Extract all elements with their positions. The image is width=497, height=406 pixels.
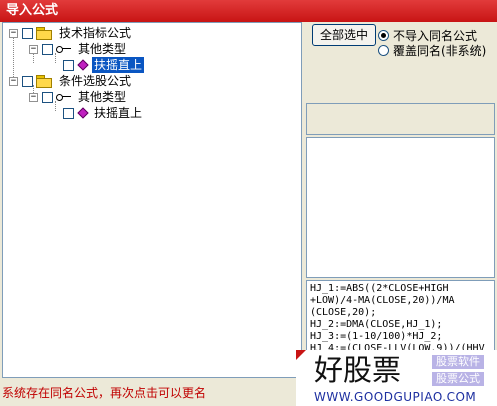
watermark-url: WWW.GOODGUPIAO.COM: [314, 390, 477, 404]
info-box: [306, 103, 495, 135]
subgroup-checkbox[interactable]: [42, 91, 53, 103]
code-line: HJ_1:=ABS((2*CLOSE+HIGH: [310, 283, 449, 294]
code-line: HJ_3:=(1-10/100)*HJ_2;: [310, 331, 443, 342]
formula-gem-icon: [77, 59, 89, 71]
group-checkbox[interactable]: [22, 75, 33, 87]
select-all-button[interactable]: 全部选中: [312, 24, 376, 46]
watermark-tag: 股票软件: [432, 355, 484, 369]
tree-subgroup-label: 其他类型: [78, 90, 127, 104]
code-line: HJ_2:=DMA(CLOSE,HJ_1);: [310, 319, 443, 330]
group-checkbox[interactable]: [22, 27, 33, 39]
radio-button[interactable]: [378, 29, 389, 41]
key-icon: [56, 44, 72, 54]
watermark-logo: 好股票 股票软件 股票公式 WWW.GOODGUPIAO.COM: [296, 350, 497, 406]
tree-subgroup-other[interactable]: − 其他类型: [29, 89, 128, 105]
watermark-corner: [296, 350, 306, 360]
radio-overwrite-duplicates[interactable]: 覆盖同名(非系统): [378, 42, 486, 58]
tree-group-screening[interactable]: − 条件选股公式: [9, 73, 133, 89]
radio-button[interactable]: [378, 44, 389, 56]
formula-gem-icon: [77, 107, 89, 119]
tree-formula-label[interactable]: 扶摇直上: [92, 57, 145, 73]
collapse-icon[interactable]: −: [29, 44, 38, 54]
folder-icon: [36, 75, 52, 88]
tree-formula-item[interactable]: 扶摇直上: [63, 105, 144, 121]
subgroup-checkbox[interactable]: [42, 43, 53, 55]
watermark-title: 好股票: [314, 353, 402, 387]
formula-checkbox[interactable]: [63, 59, 74, 71]
description-box[interactable]: [306, 137, 495, 278]
folder-icon: [36, 27, 52, 40]
tree-subgroup-other[interactable]: − 其他类型: [29, 41, 128, 57]
code-line: (CLOSE,20);: [310, 307, 377, 318]
formula-checkbox[interactable]: [63, 107, 74, 119]
tree-subgroup-label: 其他类型: [78, 42, 127, 56]
code-line: +LOW)/4-MA(CLOSE,20))/MA: [310, 295, 455, 306]
radio-overwrite-label: 覆盖同名(非系统): [393, 43, 487, 58]
tree-group-technical[interactable]: − 技术指标公式: [9, 25, 133, 41]
collapse-icon[interactable]: −: [9, 76, 18, 86]
tree-formula-label[interactable]: 扶摇直上: [92, 105, 144, 121]
formula-tree[interactable]: − 技术指标公式 − 其他类型 扶摇直上 − 条件选股公式 − 其他类型 扶摇直…: [2, 22, 302, 378]
key-icon: [56, 92, 72, 102]
watermark-tag: 股票公式: [432, 372, 484, 386]
tree-group-label: 条件选股公式: [59, 74, 132, 88]
window-title: 导入公式: [0, 0, 497, 22]
collapse-icon[interactable]: −: [9, 28, 18, 38]
status-message: 系统存在同名公式，再次点击可以更名: [2, 386, 207, 400]
collapse-icon[interactable]: −: [29, 92, 38, 102]
tree-formula-item[interactable]: 扶摇直上: [63, 57, 145, 73]
tree-group-label: 技术指标公式: [59, 26, 132, 40]
